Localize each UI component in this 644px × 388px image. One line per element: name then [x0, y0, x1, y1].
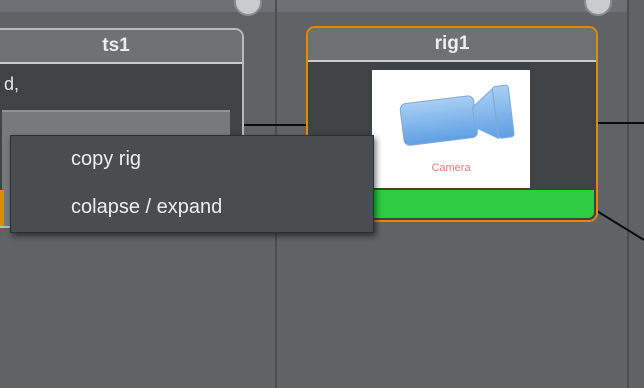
connection-wire — [598, 122, 644, 124]
node-ts1-text: d, — [4, 74, 20, 94]
menu-item-collapse-expand[interactable]: colapse / expand — [71, 196, 222, 219]
graph-column-right — [629, 0, 644, 388]
node-rig1-thumbnail-caption: Camera — [431, 162, 471, 174]
node-ts1-title: ts1 — [0, 30, 242, 64]
node-rig1-thumbnail: Camera — [372, 70, 530, 188]
camera-icon — [399, 84, 515, 146]
node-rig1-title: rig1 — [308, 28, 596, 62]
menu-item-copy-rig[interactable]: copy rig — [71, 148, 141, 171]
column-divider — [627, 0, 629, 388]
context-menu: copy rig colapse / expand — [10, 135, 374, 233]
node-ts1-port[interactable] — [0, 190, 4, 226]
connection-wire-diagonal — [591, 207, 644, 241]
column-header-middle — [277, 0, 627, 12]
connection-wire — [244, 124, 308, 126]
